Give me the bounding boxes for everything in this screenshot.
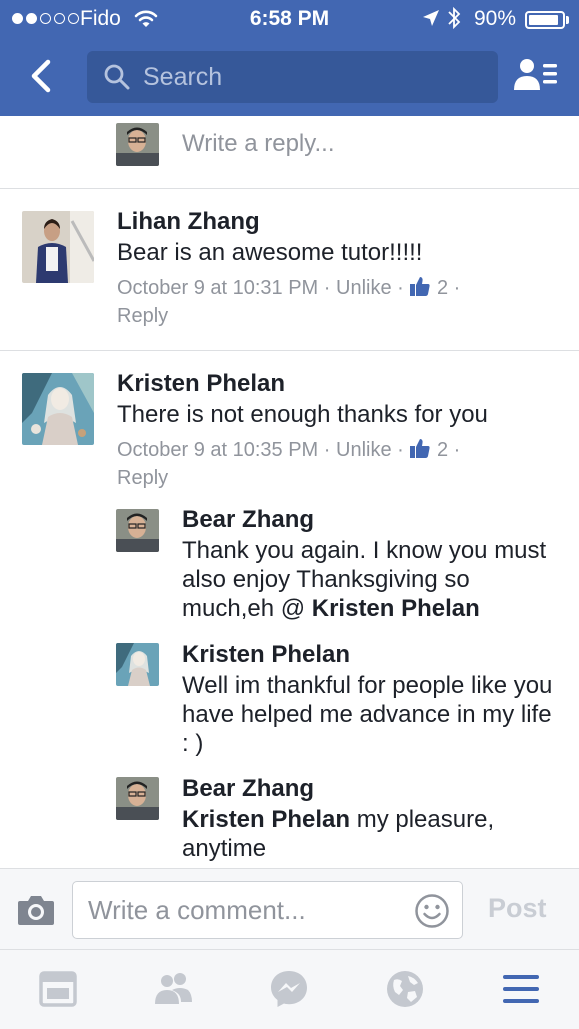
divider xyxy=(0,350,579,351)
divider xyxy=(0,188,579,189)
comment-meta: October 9 at 10:35 PM · Unlike · 2 · xyxy=(117,436,460,464)
reply-text: Kristen Phelan my pleasure, anytime xyxy=(182,806,495,862)
separator: · xyxy=(323,277,331,299)
notifications-globe-icon[interactable] xyxy=(384,968,426,1010)
comment-timestamp[interactable]: October 9 at 10:31 PM xyxy=(117,277,318,299)
battery-percent: 90% xyxy=(474,7,517,30)
like-count[interactable]: 2 xyxy=(437,277,448,299)
thumbs-up-icon[interactable] xyxy=(409,275,431,297)
avatar[interactable] xyxy=(116,123,159,166)
mention-link[interactable]: Kristen Phelan xyxy=(182,806,350,833)
avatar[interactable] xyxy=(116,777,159,820)
messenger-icon[interactable] xyxy=(268,968,310,1010)
search-input[interactable]: Search xyxy=(87,51,498,103)
avatar[interactable] xyxy=(116,643,159,686)
friends-list-icon[interactable] xyxy=(512,56,560,96)
post-button[interactable]: Post xyxy=(488,893,547,924)
reply-link[interactable]: Reply xyxy=(117,302,168,330)
search-placeholder: Search xyxy=(143,62,223,91)
reply-text: Well im thankful for people like you hav… xyxy=(182,672,553,757)
comment-text: There is not enough thanks for you xyxy=(117,401,488,428)
battery-icon xyxy=(525,11,565,29)
comment-text: Bear is an awesome tutor!!!!! xyxy=(117,239,423,266)
write-reply-input[interactable]: Write a reply... xyxy=(182,130,334,158)
news-feed-icon[interactable] xyxy=(37,968,79,1010)
camera-icon[interactable] xyxy=(16,893,56,927)
mention-link[interactable]: Kristen Phelan xyxy=(312,595,480,622)
avatar[interactable] xyxy=(22,211,94,283)
separator: · xyxy=(453,277,461,299)
reply-link[interactable]: Reply xyxy=(117,464,168,492)
reply-author[interactable]: Bear Zhang xyxy=(182,775,314,803)
avatar[interactable] xyxy=(116,509,159,552)
menu-icon[interactable] xyxy=(500,968,542,1010)
reply-author[interactable]: Kristen Phelan xyxy=(182,641,350,669)
friends-icon[interactable] xyxy=(152,968,194,1010)
reply-text: Thank you again. I know you must also en… xyxy=(182,537,547,622)
like-count[interactable]: 2 xyxy=(437,439,448,461)
status-bar: Fido 6:58 PM 90% xyxy=(0,0,579,38)
unlike-link[interactable]: Unlike xyxy=(336,439,392,461)
avatar[interactable] xyxy=(22,373,94,445)
unlike-link[interactable]: Unlike xyxy=(336,277,392,299)
search-icon xyxy=(104,64,130,90)
comment-composer: Write a comment... Post xyxy=(0,868,579,950)
bluetooth-icon xyxy=(448,6,461,30)
comment-timestamp[interactable]: October 9 at 10:35 PM xyxy=(117,439,318,461)
separator: · xyxy=(323,439,331,461)
smiley-icon[interactable] xyxy=(414,893,450,929)
back-chevron-icon[interactable] xyxy=(24,56,60,96)
separator: · xyxy=(397,277,404,299)
thumbs-up-icon[interactable] xyxy=(409,437,431,459)
separator: · xyxy=(397,439,404,461)
comment-author[interactable]: Lihan Zhang xyxy=(117,208,260,236)
comment-placeholder: Write a comment... xyxy=(88,894,306,925)
comment-author[interactable]: Kristen Phelan xyxy=(117,370,285,398)
separator: · xyxy=(453,439,461,461)
comment-meta: October 9 at 10:31 PM · Unlike · 2 · xyxy=(117,274,460,302)
tab-bar xyxy=(0,950,579,1029)
comments-thread: Write a reply... Lihan Zhang Bear is an … xyxy=(0,116,579,868)
header: Fido 6:58 PM 90% Search xyxy=(0,0,579,116)
comment-input[interactable]: Write a comment... xyxy=(72,881,463,939)
reply-author[interactable]: Bear Zhang xyxy=(182,506,314,534)
location-arrow-icon xyxy=(423,10,439,26)
